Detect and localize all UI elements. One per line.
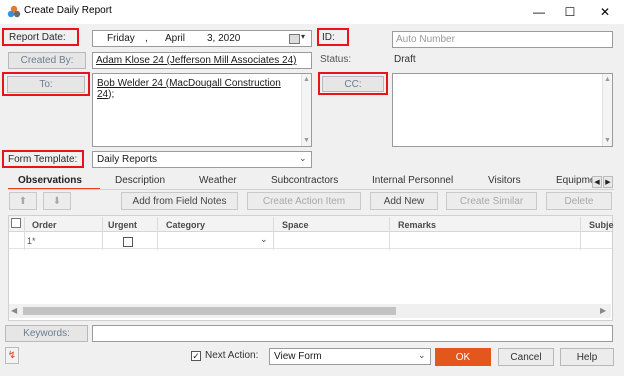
tab-equipme[interactable]: Equipme [556, 175, 595, 189]
to-field[interactable]: Bob Welder 24 (MacDougall Construction 2… [92, 73, 312, 147]
created-by-button[interactable]: Created By: [8, 52, 86, 69]
category-dropdown-icon[interactable]: ⌄ [260, 234, 268, 245]
title-bar: Create Daily Report — ☐ ✕ [0, 0, 624, 24]
form-template-value: Daily Reports [97, 154, 158, 165]
tab-divider [8, 189, 614, 190]
scroll-left-icon[interactable]: ◀ [11, 306, 17, 315]
tab-description[interactable]: Description [115, 175, 165, 189]
to-scrollbar[interactable]: ▲ ▼ [301, 74, 311, 146]
tab-internal-personnel[interactable]: Internal Personnel [372, 175, 453, 189]
move-down-button[interactable]: ⬇ [43, 192, 71, 210]
create-similar-button[interactable]: Create Similar [446, 192, 537, 210]
cancel-button[interactable]: Cancel [498, 348, 554, 366]
maximize-icon: ☐ [564, 5, 576, 19]
window-title: Create Daily Report [24, 5, 112, 16]
scroll-up-icon[interactable]: ▲ [303, 76, 310, 83]
to-recipient-tail: ); [108, 89, 115, 100]
tab-scroll-right-icon[interactable]: ▶ [603, 176, 613, 188]
status-value: Draft [394, 54, 416, 65]
share-icon[interactable]: ↯ [5, 347, 19, 364]
cc-button[interactable]: CC: [322, 76, 384, 92]
next-action-select[interactable]: View Form ⌄ [269, 348, 431, 365]
status-label: Status: [320, 54, 352, 65]
to-recipient[interactable]: Bob Welder 24 (MacDougall Construction [97, 78, 297, 89]
row-order: 1* [27, 236, 36, 246]
date-sep: , [145, 33, 148, 44]
column-subject[interactable]: Subje [589, 218, 614, 232]
close-button[interactable]: ✕ [590, 0, 620, 24]
column-order[interactable]: Order [32, 218, 57, 232]
cc-scrollbar[interactable]: ▲ ▼ [602, 74, 612, 146]
minimize-icon: — [533, 5, 545, 19]
scrollbar-thumb[interactable] [23, 307, 396, 315]
cc-field[interactable]: ▲ ▼ [392, 73, 613, 147]
grid-horizontal-scrollbar[interactable]: ◀ ▶ [9, 304, 611, 318]
app-logo-icon [7, 5, 21, 18]
next-action-value: View Form [274, 351, 322, 362]
arrow-down-icon: ⬇ [52, 195, 62, 207]
id-label: ID: [317, 28, 349, 46]
tab-observations[interactable]: Observations [18, 175, 82, 189]
id-field[interactable]: Auto Number [392, 31, 613, 48]
date-value: 3, 2020 [207, 33, 241, 44]
tab-subcontractors[interactable]: Subcontractors [271, 175, 338, 189]
chevron-down-icon[interactable]: ⌄ [299, 153, 307, 164]
close-icon: ✕ [599, 5, 611, 19]
ok-button[interactable]: OK [435, 348, 491, 366]
keywords-button[interactable]: Keywords: [5, 325, 88, 342]
minimize-button[interactable]: — [524, 0, 554, 24]
scroll-up-icon[interactable]: ▲ [604, 76, 611, 83]
column-category[interactable]: Category [166, 218, 205, 232]
add-new-button[interactable]: Add New [370, 192, 438, 210]
tab-weather[interactable]: Weather [199, 175, 237, 189]
maximize-button[interactable]: ☐ [555, 0, 585, 24]
grid-header [9, 216, 612, 232]
chevron-down-icon[interactable]: ▾ [301, 32, 305, 41]
move-up-button[interactable]: ⬆ [9, 192, 37, 210]
column-urgent[interactable]: Urgent [108, 218, 137, 232]
column-remarks[interactable]: Remarks [398, 218, 436, 232]
calendar-icon[interactable] [289, 34, 300, 44]
to-button[interactable]: To: [7, 76, 85, 93]
report-date-label: Report Date: [2, 28, 79, 46]
tab-visitors[interactable]: Visitors [488, 175, 521, 189]
date-day: Friday [107, 33, 135, 44]
add-from-field-notes-button[interactable]: Add from Field Notes [121, 192, 238, 210]
date-month: April [165, 33, 186, 44]
column-space[interactable]: Space [282, 218, 309, 232]
help-button[interactable]: Help [560, 348, 614, 366]
keywords-field[interactable] [92, 325, 613, 342]
scroll-down-icon[interactable]: ▼ [303, 137, 310, 144]
next-action-checkbox[interactable]: ✓ [191, 351, 201, 361]
chevron-down-icon[interactable]: ⌄ [418, 350, 426, 361]
created-by-field[interactable]: Adam Klose 24 (Jefferson Mill Associates… [92, 52, 312, 69]
report-date-picker[interactable]: Friday , April 3, 2020 ▾ [92, 30, 312, 47]
delete-button[interactable]: Delete [546, 192, 612, 210]
urgent-checkbox[interactable] [123, 237, 133, 247]
tab-scroll-left-icon[interactable]: ◀ [592, 176, 602, 188]
scroll-down-icon[interactable]: ▼ [604, 137, 611, 144]
form-template-select[interactable]: Daily Reports ⌄ [92, 151, 312, 168]
form-template-label: Form Template: [2, 150, 84, 168]
arrow-up-icon: ⬆ [18, 195, 28, 207]
select-all-checkbox[interactable] [11, 218, 21, 228]
next-action-label: Next Action: [205, 350, 259, 361]
scroll-right-icon[interactable]: ▶ [600, 306, 606, 315]
table-row[interactable] [9, 233, 612, 249]
create-action-item-button[interactable]: Create Action Item [247, 192, 361, 210]
to-recipient-suffix[interactable]: 24 [97, 89, 108, 100]
